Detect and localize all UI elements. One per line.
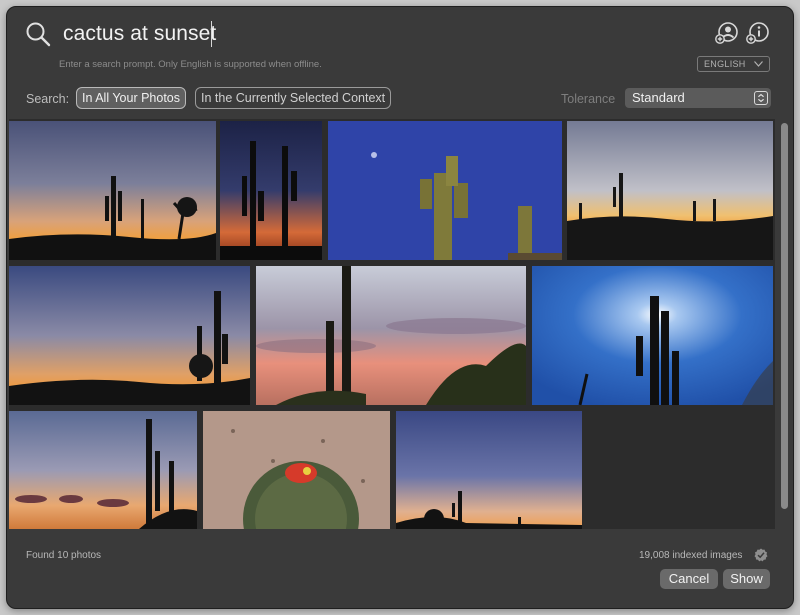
up-down-chevron-icon bbox=[754, 91, 768, 105]
search-input[interactable]: cactus at sunset bbox=[63, 20, 216, 48]
photo-thumbnail[interactable] bbox=[328, 121, 562, 260]
tolerance-label: Tolerance bbox=[561, 92, 616, 106]
search-window: cactus at sunset Enter a search prompt. … bbox=[6, 6, 794, 609]
search-hint: Enter a search prompt. Only English is s… bbox=[59, 59, 322, 70]
photo-thumbnail[interactable] bbox=[9, 266, 250, 405]
cancel-button[interactable]: Cancel bbox=[660, 569, 718, 589]
language-select[interactable]: ENGLISH bbox=[697, 56, 770, 72]
photo-thumbnail[interactable] bbox=[9, 411, 197, 529]
checkmark-badge-icon bbox=[754, 548, 768, 562]
scrollbar[interactable] bbox=[777, 119, 793, 529]
add-person-icon[interactable] bbox=[715, 21, 739, 45]
scope-all-photos-button[interactable]: In All Your Photos bbox=[76, 87, 186, 109]
photo-thumbnail[interactable] bbox=[9, 121, 216, 260]
text-caret bbox=[211, 21, 212, 47]
photo-grid bbox=[9, 119, 775, 529]
search-icon bbox=[26, 22, 51, 47]
language-value: ENGLISH bbox=[704, 59, 746, 69]
scope-selected-context-button[interactable]: In the Currently Selected Context bbox=[195, 87, 392, 109]
chevron-down-icon bbox=[754, 61, 763, 67]
photo-thumbnail[interactable] bbox=[532, 266, 773, 405]
scrollbar-thumb[interactable] bbox=[781, 123, 788, 509]
scope-label: Search: bbox=[26, 92, 70, 106]
tolerance-select[interactable]: Standard bbox=[625, 88, 771, 108]
photo-thumbnail[interactable] bbox=[220, 121, 322, 260]
indexed-count: 19,008 indexed images bbox=[639, 550, 743, 561]
photo-thumbnail[interactable] bbox=[256, 266, 526, 405]
show-button[interactable]: Show bbox=[723, 569, 770, 589]
photo-thumbnail[interactable] bbox=[203, 411, 390, 529]
add-info-icon[interactable] bbox=[746, 21, 770, 45]
results-count: Found 10 photos bbox=[26, 550, 102, 561]
photo-thumbnail[interactable] bbox=[567, 121, 773, 260]
tolerance-value: Standard bbox=[632, 90, 685, 105]
photo-thumbnail[interactable] bbox=[396, 411, 582, 529]
